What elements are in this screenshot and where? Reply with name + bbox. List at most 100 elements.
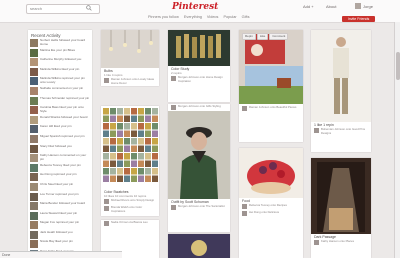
pinterest-logo[interactable]: Pinterest xyxy=(172,2,218,12)
pin-card[interactable]: Dark Passage Kathy Hanson onto Places xyxy=(311,158,371,258)
activity-list: Norbert Hellis followed your board Home M… xyxy=(28,38,92,258)
avatar[interactable] xyxy=(242,106,247,111)
activity-text: Miguel Spanish repinned your pin xyxy=(40,133,85,138)
activity-text: Stacy Diaz followed you xyxy=(40,143,72,148)
attribution-text: Morgan Johnson onto Home Design Inspirat… xyxy=(178,75,223,83)
pin-card[interactable]: Color Study 2 repins Morgan Johnson onto… xyxy=(168,30,230,102)
nav-gifts[interactable]: Gifts xyxy=(242,15,250,19)
activity-text: Kathy Hanson commented on your pin xyxy=(40,153,87,161)
activity-thumbnail[interactable] xyxy=(30,39,38,47)
activity-text: Rebecca Tooney liked your pin xyxy=(40,162,81,167)
avatar[interactable] xyxy=(104,78,109,84)
activity-thumbnail[interactable] xyxy=(30,134,38,143)
activity-thumbnail[interactable] xyxy=(30,96,38,105)
user-menu[interactable]: Jorge xyxy=(363,4,373,9)
pin-image[interactable] xyxy=(101,106,159,184)
pin-image[interactable] xyxy=(168,111,230,199)
pin-image[interactable] xyxy=(311,30,371,122)
comment-text: Brenda Walsh onto Color Inspirations xyxy=(111,205,143,213)
pin-image[interactable] xyxy=(101,30,159,68)
avatar[interactable] xyxy=(171,205,176,211)
activity-thumbnail[interactable] xyxy=(30,154,38,163)
nav-everything[interactable]: Everything xyxy=(184,15,202,19)
repin-button[interactable]: Repin xyxy=(242,33,256,40)
add-button[interactable]: Add + xyxy=(303,4,314,9)
activity-thumbnail[interactable] xyxy=(30,240,38,249)
attribution-text: Raman Johnson onto Beautiful Pieces xyxy=(249,105,297,109)
pin-card[interactable] xyxy=(168,234,230,258)
activity-text: Karen Hill liked your pin xyxy=(40,124,72,129)
avatar[interactable] xyxy=(314,240,319,246)
avatar[interactable] xyxy=(355,3,361,9)
pin-image[interactable] xyxy=(168,234,230,258)
activity-text: Lou Turner repinned your pin xyxy=(40,191,79,196)
pin-card[interactable]: Repin Like Comment Raman Johnson onto Be… xyxy=(239,30,303,142)
pin-image[interactable] xyxy=(168,30,230,66)
recent-activity-panel: Recent Activity Norbert Hellis followed … xyxy=(28,30,92,258)
activity-thumbnail[interactable] xyxy=(30,173,38,182)
activity-thumbnail[interactable] xyxy=(30,144,38,153)
main-nav: Pinners you follow Everything Videos Pop… xyxy=(148,15,253,19)
pin-attribution: Michael Rivers onto Simply Design xyxy=(101,198,159,205)
pin-card[interactable]: Color Swatches 10 likes 10 comments 10 r… xyxy=(101,106,159,216)
activity-thumbnail[interactable] xyxy=(30,211,38,220)
pin-comment: Nadia Ortman via Bianca Lau xyxy=(101,220,159,227)
like-button[interactable]: Like xyxy=(256,33,269,40)
attribution-text: Raman Johnson onto Lovely Ideas Home Dec… xyxy=(111,77,155,85)
activity-text: Jack Heath followed you xyxy=(40,229,73,234)
comment-text: Hei Dong onto Delicious xyxy=(249,210,280,215)
activity-text: Norbert Hellis followed your board Home xyxy=(40,38,86,46)
comment-button[interactable]: Comment xyxy=(269,33,289,40)
avatar[interactable] xyxy=(104,206,109,212)
pin-comment: Hei Dong onto Delicious xyxy=(239,210,303,217)
activity-thumbnail[interactable] xyxy=(30,125,38,134)
activity-thumbnail[interactable] xyxy=(30,86,38,95)
activity-text: Donald Shanks followed your board xyxy=(40,114,88,119)
avatar[interactable] xyxy=(242,211,247,217)
pin-card[interactable]: Bulbs 1 like 4 repins Raman Johnson onto… xyxy=(101,30,159,86)
nav-following[interactable]: Pinners you follow xyxy=(148,15,179,19)
status-bar: Done xyxy=(0,251,122,258)
avatar[interactable] xyxy=(104,221,109,226)
activity-thumbnail[interactable] xyxy=(30,58,38,67)
nav-videos[interactable]: Videos xyxy=(207,15,219,19)
activity-text: Nicole Bay liked your pin xyxy=(40,239,73,244)
activity-text: Nathalie commented on your pin xyxy=(40,85,84,90)
activity-thumbnail[interactable] xyxy=(30,106,38,115)
pin-attribution: Morgan Johnson onto Gifts Styling xyxy=(168,104,230,111)
activity-text: Thomas Schneider repinned your pin xyxy=(40,95,90,100)
avatar[interactable] xyxy=(104,199,109,205)
pin-card[interactable]: Food Rebecca Tooney onto Recipes Hei Don… xyxy=(239,148,303,258)
pin-image[interactable] xyxy=(239,148,303,198)
pin-image[interactable]: Repin Like Comment xyxy=(239,30,303,104)
search-icon[interactable] xyxy=(86,5,92,11)
pin-image[interactable] xyxy=(311,158,371,234)
pin-card[interactable]: 1 like 1 repin Bohemian Johnson onto Goo… xyxy=(311,30,371,152)
pin-attribution: Kathy Hanson onto Places xyxy=(311,239,371,246)
pin-attribution: Raman Johnson onto Beautiful Pieces xyxy=(239,105,303,112)
activity-thumbnail[interactable] xyxy=(30,67,38,76)
scrollbar[interactable] xyxy=(394,22,400,258)
scroll-thumb[interactable] xyxy=(396,52,400,80)
activity-thumbnail[interactable] xyxy=(30,115,38,124)
nav-popular[interactable]: Popular xyxy=(224,15,237,19)
activity-thumbnail[interactable] xyxy=(30,182,38,191)
activity-thumbnail[interactable] xyxy=(30,163,38,172)
about-menu[interactable]: About xyxy=(326,4,336,9)
activity-thumbnail[interactable] xyxy=(30,230,38,239)
avatar[interactable] xyxy=(242,204,247,210)
attribution-text: Morgan Johnson onto Gifts Styling xyxy=(178,104,221,108)
invite-friends-button[interactable]: Invite Friends xyxy=(342,16,375,22)
attribution-text: Morgan Johnson onto The Sartorialist xyxy=(178,204,225,209)
activity-thumbnail[interactable] xyxy=(30,202,38,211)
avatar[interactable] xyxy=(314,128,319,134)
activity-thumbnail[interactable] xyxy=(30,77,38,86)
avatar[interactable] xyxy=(171,105,176,110)
activity-thumbnail[interactable] xyxy=(30,48,38,57)
activity-text: Carolina Bass liked your pin onto Style xyxy=(40,105,84,113)
pin-card[interactable]: Morgan Johnson onto Gifts Styling Outfit… xyxy=(168,104,230,232)
activity-thumbnail[interactable] xyxy=(30,221,38,230)
activity-thumbnail[interactable] xyxy=(30,192,38,201)
attribution-text: Kathy Hanson onto Places xyxy=(321,239,354,244)
avatar[interactable] xyxy=(171,76,176,82)
